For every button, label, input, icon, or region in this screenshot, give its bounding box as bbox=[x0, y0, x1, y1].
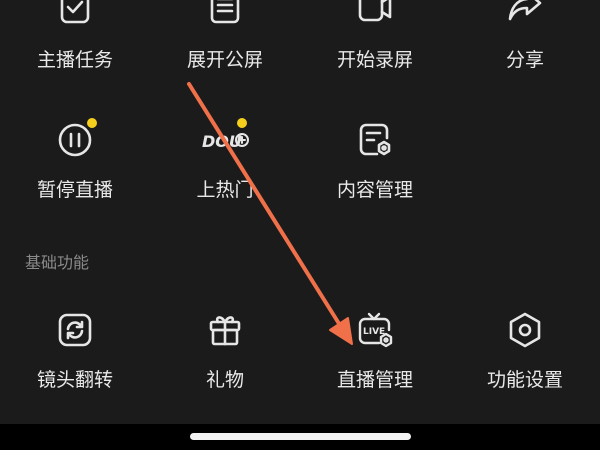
tile-label: 镜头翻转 bbox=[36, 369, 113, 391]
tile-label: 直播管理 bbox=[336, 369, 413, 391]
content-settings-icon bbox=[355, 120, 395, 160]
record-camera-icon bbox=[355, 0, 395, 28]
tool-row-3: 镜头翻转 礼物 LIVE 直播管理 功能设置 bbox=[0, 310, 600, 420]
tile-share[interactable]: 分享 bbox=[450, 0, 600, 98]
tile-label: 分享 bbox=[505, 49, 544, 71]
tile-label: 主播任务 bbox=[36, 49, 113, 71]
tile-expand-public-screen[interactable]: 展开公屏 bbox=[150, 0, 300, 98]
tile-label: 上热门 bbox=[196, 179, 254, 201]
tile-flip-camera[interactable]: 镜头翻转 bbox=[0, 310, 150, 420]
tile-label: 开始录屏 bbox=[336, 49, 413, 71]
gift-icon bbox=[205, 310, 245, 350]
tile-label: 暂停直播 bbox=[36, 179, 113, 201]
tile-label: 内容管理 bbox=[336, 179, 413, 201]
section-title-basic-functions: 基础功能 bbox=[25, 253, 90, 272]
tool-row-2: 暂停直播 DOU 上热门 内容管理 bbox=[0, 118, 600, 230]
live-tv-settings-icon: LIVE bbox=[355, 310, 395, 350]
camera-flip-icon bbox=[55, 310, 95, 350]
tile-label: 展开公屏 bbox=[186, 49, 263, 71]
tool-row-1: 主播任务 展开公屏 开始录屏 分享 bbox=[0, 0, 600, 98]
new-badge-dot bbox=[87, 118, 97, 128]
list-doc-icon bbox=[205, 0, 245, 28]
tile-live-management[interactable]: LIVE 直播管理 bbox=[300, 310, 450, 420]
tile-streamer-tasks[interactable]: 主播任务 bbox=[0, 0, 150, 98]
hexagon-settings-icon bbox=[505, 310, 545, 350]
tile-label: 礼物 bbox=[205, 369, 244, 391]
tile-start-recording[interactable]: 开始录屏 bbox=[300, 0, 450, 98]
share-arrow-icon bbox=[505, 0, 545, 28]
new-badge-dot bbox=[237, 118, 247, 128]
tile-boost-popular[interactable]: DOU 上热门 bbox=[150, 118, 300, 230]
live-tools-panel: 主播任务 展开公屏 开始录屏 分享 暂停直播 DOU 上热门 内容管理 基础功能… bbox=[0, 0, 600, 450]
tile-content-management[interactable]: 内容管理 bbox=[300, 120, 450, 230]
home-indicator[interactable] bbox=[190, 433, 411, 440]
tile-function-settings[interactable]: 功能设置 bbox=[450, 310, 600, 420]
tile-label: 功能设置 bbox=[486, 369, 563, 391]
task-check-icon bbox=[55, 0, 95, 28]
tile-gift[interactable]: 礼物 bbox=[150, 310, 300, 420]
tile-pause-live[interactable]: 暂停直播 bbox=[0, 118, 150, 230]
